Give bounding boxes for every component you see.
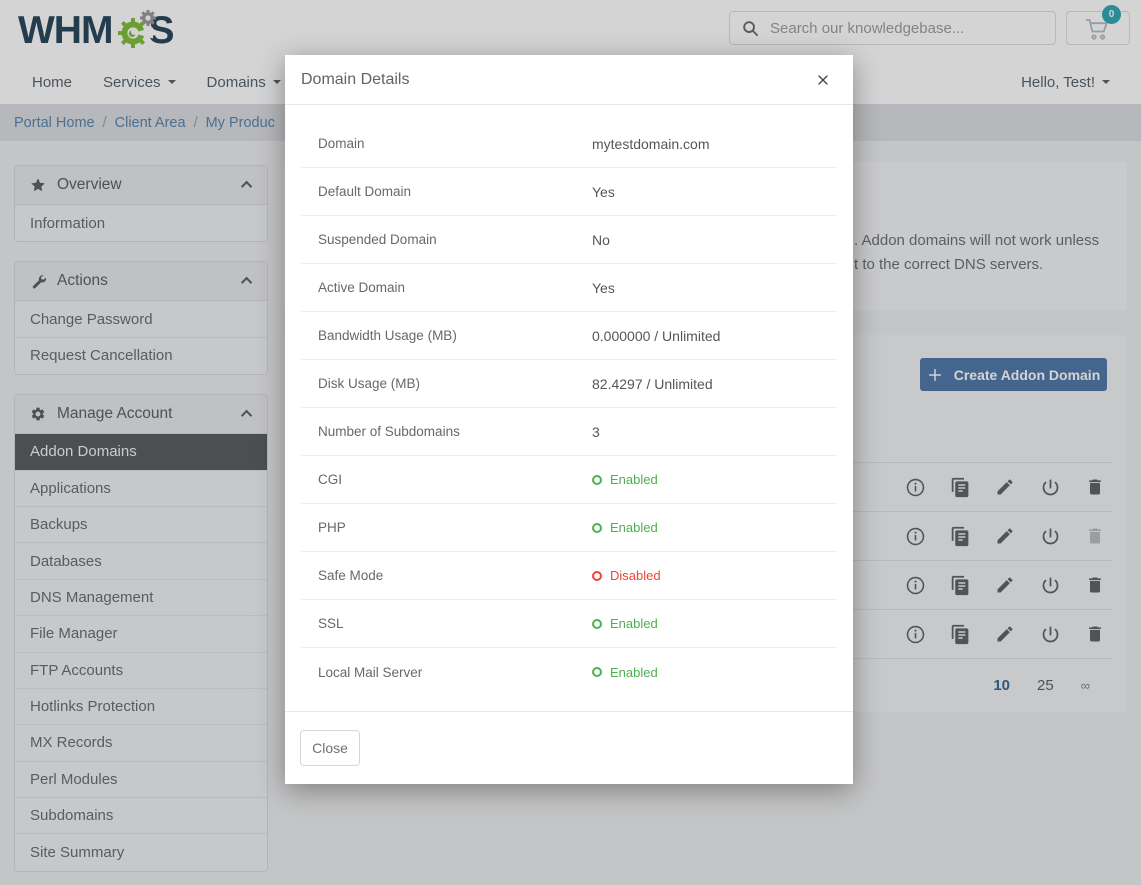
- detail-row-php: PHP Enabled: [301, 504, 837, 552]
- detail-row-disk-usage: Disk Usage (MB) 82.4297 / Unlimited: [301, 360, 837, 408]
- status-ring-icon: [592, 667, 602, 677]
- status-ring-icon: [592, 523, 602, 533]
- detail-row-local-mail-server: Local Mail Server Enabled: [301, 648, 837, 696]
- status-badge: Disabled: [592, 568, 661, 583]
- detail-row-subdomains-count: Number of Subdomains 3: [301, 408, 837, 456]
- modal-body: Domain mytestdomain.com Default Domain Y…: [285, 105, 853, 696]
- detail-row-cgi: CGI Enabled: [301, 456, 837, 504]
- status-badge: Enabled: [592, 472, 658, 487]
- status-badge: Enabled: [592, 665, 658, 680]
- close-icon[interactable]: [813, 70, 833, 90]
- status-ring-icon: [592, 571, 602, 581]
- whmcs-client-area-page: WHM: [0, 0, 1141, 885]
- status-ring-icon: [592, 619, 602, 629]
- detail-row-active-domain: Active Domain Yes: [301, 264, 837, 312]
- detail-row-ssl: SSL Enabled: [301, 600, 837, 648]
- close-button[interactable]: Close: [300, 730, 360, 766]
- status-badge: Enabled: [592, 520, 658, 535]
- detail-row-domain: Domain mytestdomain.com: [301, 120, 837, 168]
- modal-title: Domain Details: [301, 71, 409, 89]
- modal-header: Domain Details: [285, 55, 853, 105]
- modal-footer: Close: [285, 711, 853, 784]
- detail-row-safe-mode: Safe Mode Disabled: [301, 552, 837, 600]
- detail-row-default-domain: Default Domain Yes: [301, 168, 837, 216]
- detail-row-bandwidth-usage: Bandwidth Usage (MB) 0.000000 / Unlimite…: [301, 312, 837, 360]
- status-ring-icon: [592, 475, 602, 485]
- domain-details-modal: Domain Details Domain mytestdomain.com D…: [285, 55, 853, 784]
- status-badge: Enabled: [592, 616, 658, 631]
- detail-row-suspended-domain: Suspended Domain No: [301, 216, 837, 264]
